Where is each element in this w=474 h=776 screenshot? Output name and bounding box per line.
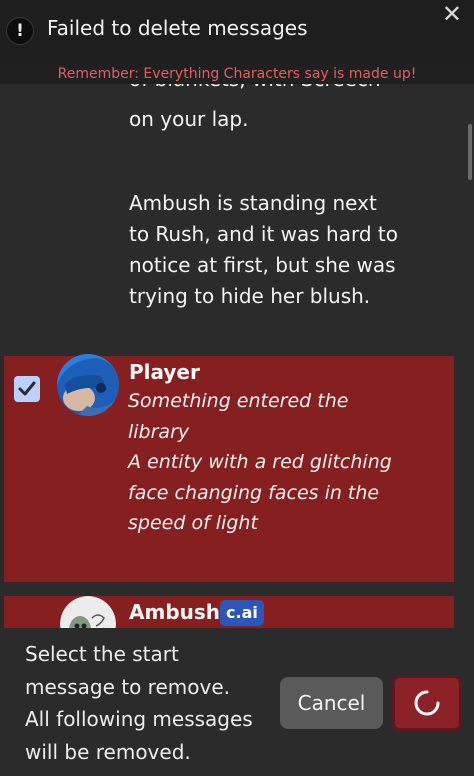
message-author: Ambush (129, 600, 221, 624)
close-icon[interactable]: ✕ (442, 2, 462, 26)
error-toast: ! Failed to delete messages ✕ (0, 0, 474, 62)
message-text-line: trying to hide her blush. (129, 284, 371, 308)
chat-scroll-area[interactable]: of blankets, with Screech on your lap. A… (0, 84, 474, 628)
checkmark-icon (18, 381, 36, 396)
scrollbar-thumb[interactable] (468, 124, 472, 180)
message-text-line: on your lap. (129, 107, 249, 131)
cancel-button[interactable]: Cancel (280, 677, 383, 729)
message-body: Something entered the library A entity w… (128, 386, 428, 539)
instruction-line: All following messages (25, 707, 253, 731)
message-text-line: to Rush, and it was hard to (129, 222, 398, 246)
message-text-line: A entity with a red glitching (128, 451, 392, 473)
delete-instructions: Select the start message to remove. All … (25, 638, 275, 768)
confirm-delete-button[interactable] (392, 675, 462, 731)
message-text-line: face changing faces in the (128, 481, 380, 504)
cai-badge: c.ai (220, 600, 264, 626)
instruction-line: Select the start (25, 642, 179, 666)
instruction-line: message to remove. (25, 674, 230, 699)
avatar (57, 354, 119, 416)
delete-action-bar: Select the start message to remove. All … (0, 628, 474, 776)
message-checkbox[interactable] (14, 376, 40, 402)
message-text-line: speed of light (128, 512, 258, 534)
message-text-line: Something entered the (128, 390, 349, 412)
message-author: Player (129, 360, 200, 384)
message-text-line: of blankets, with Screech (129, 84, 381, 95)
message-text-line: notice at first, but she was (129, 253, 396, 277)
loading-spinner-icon (414, 690, 440, 716)
disclaimer-banner: Remember: Everything Characters say is m… (0, 62, 474, 84)
toast-message: Failed to delete messages (47, 16, 308, 40)
instruction-line: will be removed. (25, 739, 191, 764)
message-text-line: library (128, 420, 190, 443)
message-text-line: Ambush is standing next (129, 191, 377, 215)
alert-icon: ! (6, 17, 34, 45)
